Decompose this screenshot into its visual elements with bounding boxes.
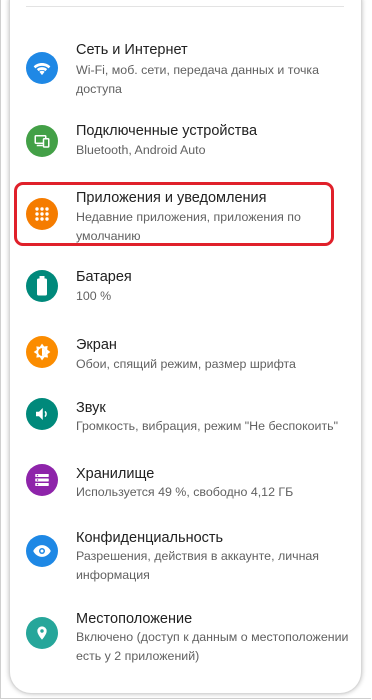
- settings-item-title: Местоположение: [76, 611, 193, 627]
- privacy-eye-icon: [26, 535, 58, 567]
- settings-item-connected-devices[interactable]: Подключенные устройства Bluetooth, Andro…: [10, 120, 361, 164]
- settings-item-subtitle: Громкость, вибрация, режим "Не беспокоит…: [76, 419, 339, 433]
- location-pin-icon: [26, 617, 58, 649]
- settings-item-subtitle: Wi-Fi, моб. сети, передача данных и точк…: [76, 63, 319, 96]
- settings-item-title: Экран: [76, 337, 117, 353]
- settings-item-subtitle: Используется 49 %, свободно 4,12 ГБ: [76, 485, 294, 499]
- battery-icon: [26, 270, 58, 302]
- settings-item-title: Подключенные устройства: [76, 123, 258, 139]
- settings-item-privacy[interactable]: Конфиденциальность Разрешения, действия …: [10, 528, 361, 584]
- wifi-icon: [26, 52, 58, 84]
- volume-icon: [26, 398, 58, 430]
- highlight-frame: [14, 182, 334, 246]
- settings-item-title: Хранилище: [76, 466, 155, 482]
- settings-item-subtitle: Обои, спящий режим, размер шрифта: [76, 357, 296, 371]
- connected-devices-icon: [26, 125, 58, 157]
- settings-item-battery[interactable]: Батарея 100 %: [10, 266, 361, 310]
- settings-item-title: Конфиденциальность: [76, 530, 224, 546]
- storage-icon: [26, 464, 58, 496]
- settings-item-subtitle: Bluetooth, Android Auto: [76, 143, 206, 157]
- settings-item-title: Сеть и Интернет: [76, 42, 188, 58]
- settings-item-location[interactable]: Местоположение Включено (доступ к данным…: [10, 610, 361, 666]
- settings-item-subtitle: Включено (доступ к данным о местоположен…: [76, 630, 349, 663]
- settings-item-subtitle: Разрешения, действия в аккаунте, личная …: [76, 549, 320, 582]
- settings-item-display[interactable]: Экран Обои, спящий режим, размер шрифта: [10, 333, 361, 377]
- top-divider: [26, 0, 344, 7]
- settings-item-storage[interactable]: Хранилище Используется 49 %, свободно 4,…: [10, 463, 361, 507]
- settings-item-title: Звук: [76, 400, 106, 416]
- settings-item-title: Батарея: [76, 269, 132, 285]
- settings-item-subtitle: 100 %: [76, 289, 112, 303]
- settings-item-network[interactable]: Сеть и Интернет Wi-Fi, моб. сети, переда…: [10, 38, 361, 100]
- settings-screen: Сеть и Интернет Wi-Fi, моб. сети, переда…: [9, 0, 362, 694]
- brightness-icon: [26, 336, 58, 368]
- settings-item-sound[interactable]: Звук Громкость, вибрация, режим "Не бесп…: [10, 398, 361, 442]
